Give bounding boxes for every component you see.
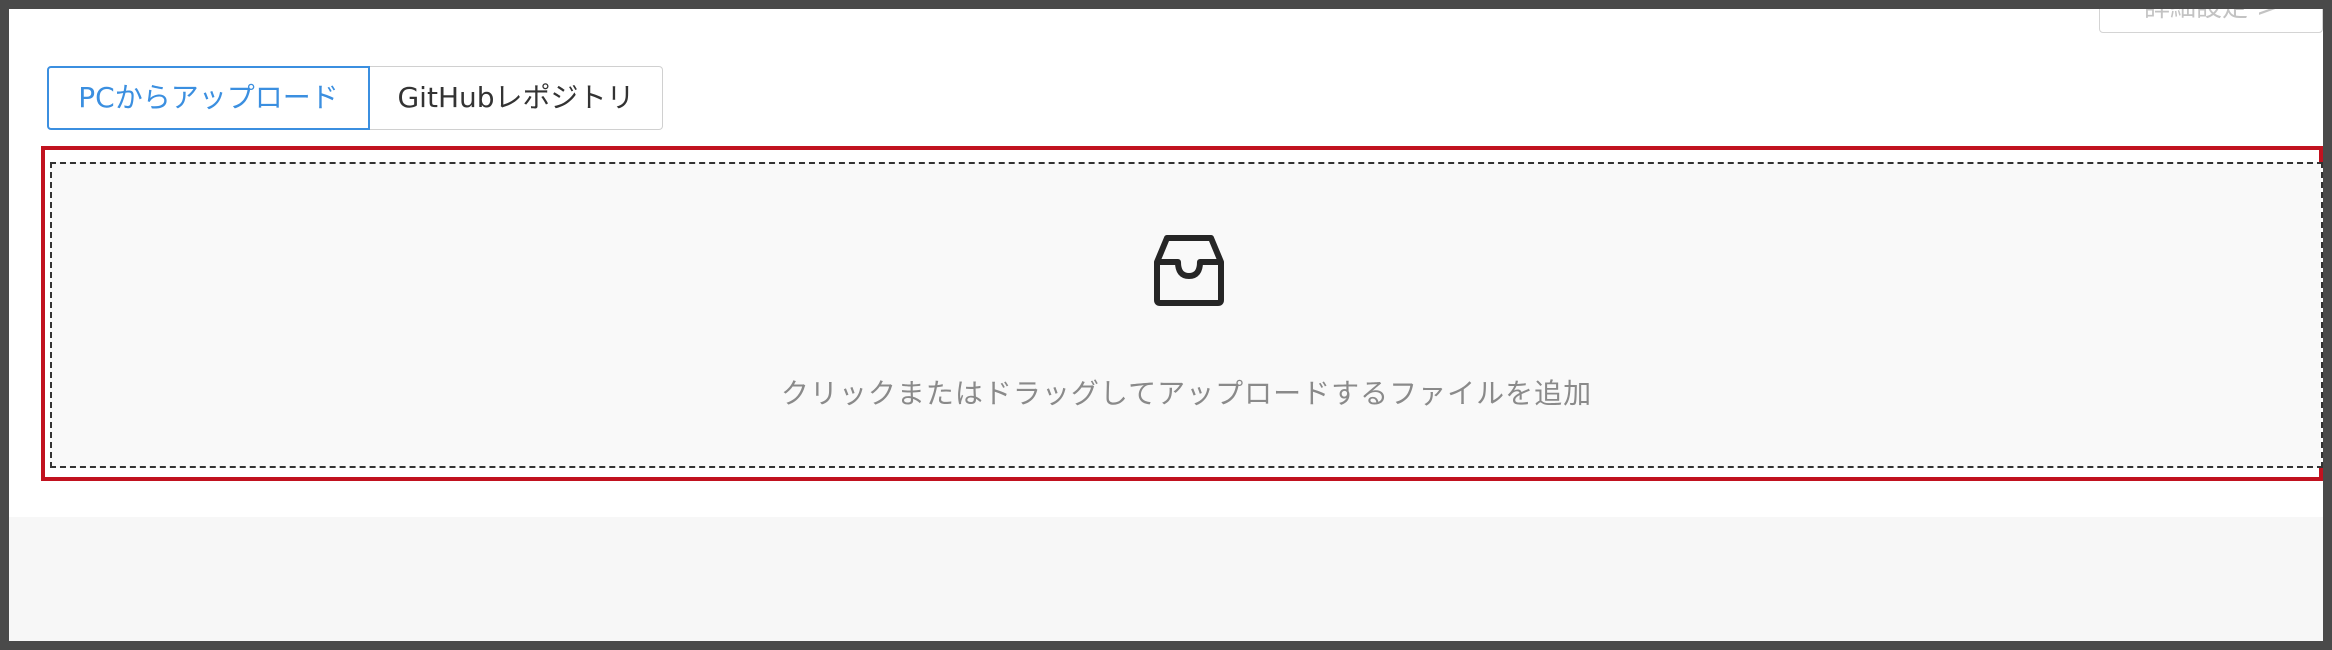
advanced-settings-button[interactable]: 詳細設定 > bbox=[2099, 9, 2323, 33]
file-dropzone[interactable]: クリックまたはドラッグしてアップロードするファイルを追加 bbox=[50, 162, 2323, 468]
tab-github-repository[interactable]: GitHubレポジトリ bbox=[370, 66, 663, 130]
inbox-icon bbox=[1154, 235, 1224, 306]
tab-upload-from-pc[interactable]: PCからアップロード bbox=[47, 66, 370, 130]
upload-panel: 詳細設定 > PCからアップロード GitHubレポジトリ クリックまたはドラッ… bbox=[9, 9, 2323, 517]
upload-source-tabs: PCからアップロード GitHubレポジトリ bbox=[47, 66, 663, 130]
dropzone-instruction: クリックまたはドラッグしてアップロードするファイルを追加 bbox=[780, 377, 1593, 410]
app-frame: 詳細設定 > PCからアップロード GitHubレポジトリ クリックまたはドラッ… bbox=[9, 9, 2323, 641]
